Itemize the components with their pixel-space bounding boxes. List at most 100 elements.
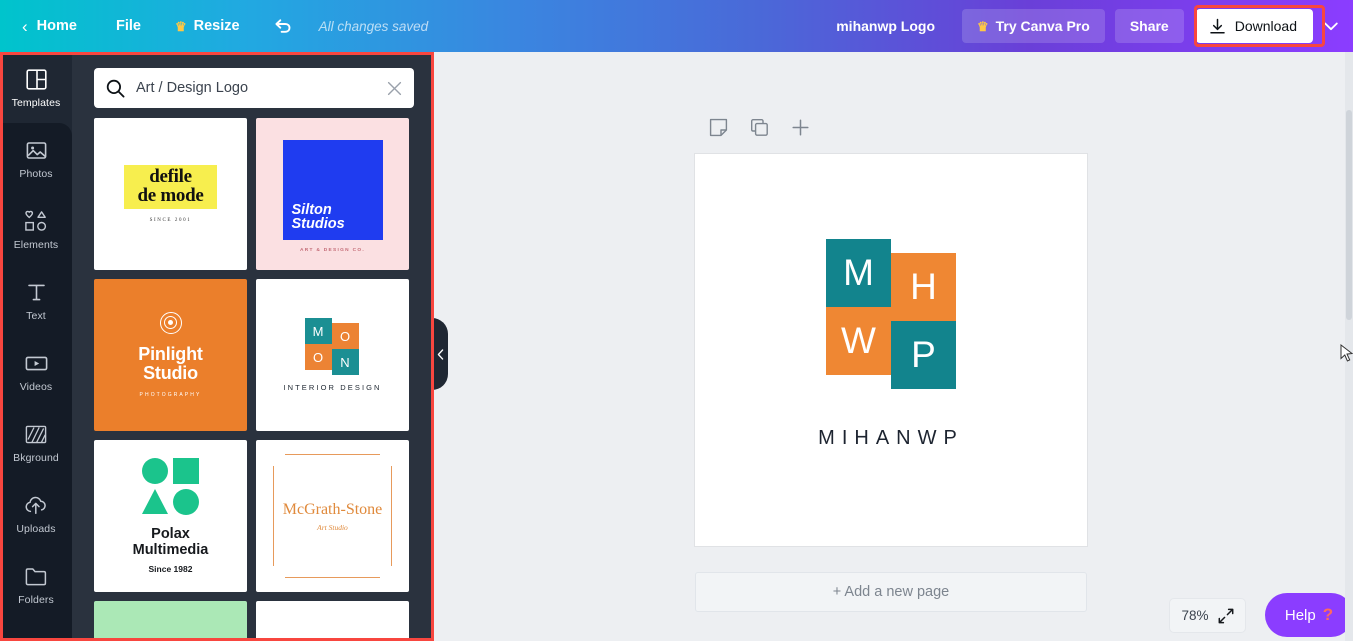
file-label: File (116, 18, 141, 34)
search-container (72, 52, 432, 118)
home-label: Home (37, 18, 77, 34)
download-button[interactable]: Download (1196, 9, 1313, 43)
resize-button[interactable]: ♛ Resize (158, 0, 257, 52)
undo-button[interactable] (257, 0, 309, 52)
template-card-moon-interior-design[interactable]: M O O N INTERIOR DESIGN (256, 279, 409, 431)
template-title-line1: Silton (292, 203, 345, 218)
add-new-page-button[interactable]: + Add a new page (695, 572, 1087, 612)
sidebar-item-text[interactable]: Text (0, 265, 72, 336)
template-card-polax-multimedia[interactable]: Polax Multimedia Since 1982 (94, 440, 247, 592)
decorative-frame (273, 454, 392, 578)
sidebar-item-templates[interactable]: Templates (0, 52, 72, 123)
zoom-level-label: 78% (1181, 608, 1208, 623)
logo-cell-m: M (826, 239, 891, 307)
square-shape (173, 458, 199, 484)
frame-line-right (391, 466, 392, 566)
spiral-target-icon (160, 312, 182, 334)
template-card-green[interactable] (94, 601, 247, 641)
sidebar-label-bkground: Bkground (13, 452, 59, 464)
template-card-defile-de-mode[interactable]: defile de mode SINCE 2001 (94, 118, 247, 270)
sidebar-label-elements: Elements (14, 239, 59, 251)
panel-collapse-handle[interactable] (432, 318, 448, 390)
help-label: Help (1285, 607, 1316, 624)
sidebar-item-bkground[interactable]: Bkground (0, 407, 72, 478)
zoom-control[interactable]: 78% (1169, 598, 1246, 633)
crown-icon: ♛ (175, 20, 187, 33)
top-toolbar: ‹ Home File ♛ Resize All changes saved m… (0, 0, 1353, 52)
logo-cell-w: W (826, 307, 891, 375)
template-row: defile de mode SINCE 2001 Silton Studios… (94, 118, 410, 270)
sidebar-label-uploads: Uploads (16, 523, 55, 535)
try-pro-label: Try Canva Pro (996, 18, 1090, 34)
sidebar-item-videos[interactable]: Videos (0, 336, 72, 407)
close-x-icon[interactable] (381, 81, 402, 96)
file-menu-button[interactable]: File (99, 0, 158, 52)
duplicate-page-icon[interactable] (750, 118, 769, 137)
design-canvas-page[interactable]: M H W P MIHANWP (695, 154, 1087, 546)
frame-line-bottom (285, 577, 380, 578)
logo-letter-w: W (841, 320, 876, 362)
template-title-line2: Multimedia (133, 543, 209, 559)
photo-image-icon (26, 137, 47, 163)
shapes-elements-icon (24, 208, 49, 234)
expand-arrows-icon[interactable] (1218, 608, 1234, 624)
template-title-line2: Studios (292, 217, 345, 232)
geometric-shapes-icon (142, 458, 200, 514)
canva-editor-app: ‹ Home File ♛ Resize All changes saved m… (0, 0, 1353, 641)
search-box[interactable] (94, 68, 414, 108)
editor-canvas-area: M H W P MIHANWP + Add a new page 78% (432, 52, 1353, 641)
template-card-silton-studios[interactable]: Silton Studios ART & DESIGN CO. (256, 118, 409, 270)
logo-letter-m: M (843, 252, 874, 294)
template-card-mcgrath-stone[interactable]: McGrath-Stone Art Studio (256, 440, 409, 592)
sidebar-item-folders[interactable]: Folders (0, 549, 72, 620)
sidebar-item-uploads[interactable]: Uploads (0, 478, 72, 549)
sidebar-label-videos: Videos (20, 381, 53, 393)
templates-grid[interactable]: defile de mode SINCE 2001 Silton Studios… (72, 118, 432, 641)
page-tools (432, 118, 1087, 137)
top-toolbar-right: mihanwp Logo ♛ Try Canva Pro Share Downl… (814, 0, 1353, 52)
sidebar-item-elements[interactable]: Elements (0, 194, 72, 265)
sidebar-item-photos[interactable]: Photos (0, 123, 72, 194)
triangle-shape (142, 489, 168, 514)
chevron-left-icon (437, 349, 444, 360)
resize-label: Resize (194, 18, 240, 34)
moon-letter-grid: M O O N (305, 318, 361, 370)
template-title-highlight: defile de mode (124, 165, 218, 210)
sticky-note-icon[interactable] (709, 118, 728, 137)
share-label: Share (1130, 18, 1169, 34)
scrollbar-thumb[interactable] (1346, 110, 1352, 320)
logo-cell-h: H (891, 253, 956, 321)
logo-cell-p: P (891, 321, 956, 389)
templates-grid-icon (26, 66, 47, 92)
download-arrow-icon (1209, 18, 1226, 35)
sidebar-label-text: Text (26, 310, 46, 322)
template-card-white[interactable] (256, 601, 409, 641)
try-canva-pro-button[interactable]: ♛ Try Canva Pro (962, 9, 1105, 43)
home-button[interactable]: ‹ Home (0, 0, 99, 52)
template-subtitle: INTERIOR DESIGN (283, 383, 381, 392)
template-subtitle: ART & DESIGN CO. (300, 248, 365, 253)
share-button[interactable]: Share (1115, 9, 1184, 43)
mihanwp-logo-graphic: M H W P (826, 239, 956, 387)
template-card-pinlight-studio[interactable]: Pinlight Studio PHOTOGRAPHY (94, 279, 247, 431)
mouse-cursor (1340, 344, 1353, 364)
template-subtitle: SINCE 2001 (150, 218, 192, 223)
template-row: Polax Multimedia Since 1982 McGrath-Ston… (94, 440, 410, 592)
undo-arrow-icon (273, 17, 293, 35)
help-button[interactable]: Help ? (1265, 593, 1353, 637)
template-row: Pinlight Studio PHOTOGRAPHY M O O N INTE… (94, 279, 410, 431)
add-page-plus-icon[interactable] (791, 118, 810, 137)
logo-wordmark: MIHANWP (818, 427, 964, 450)
moon-letter-2: O (332, 323, 359, 349)
sidebar-label-photos: Photos (19, 168, 52, 180)
left-sidebar-rail: Templates Photos (0, 52, 72, 641)
document-title[interactable]: mihanwp Logo (814, 18, 957, 34)
template-blue-square: Silton Studios (283, 140, 383, 240)
search-input[interactable] (136, 80, 381, 96)
download-options-caret[interactable] (1313, 0, 1349, 52)
chevron-left-icon: ‹ (22, 18, 28, 35)
video-play-icon (25, 350, 48, 376)
question-mark-icon: ? (1323, 605, 1333, 625)
crown-icon: ♛ (977, 20, 989, 33)
template-title-line1: Pinlight (138, 345, 202, 364)
